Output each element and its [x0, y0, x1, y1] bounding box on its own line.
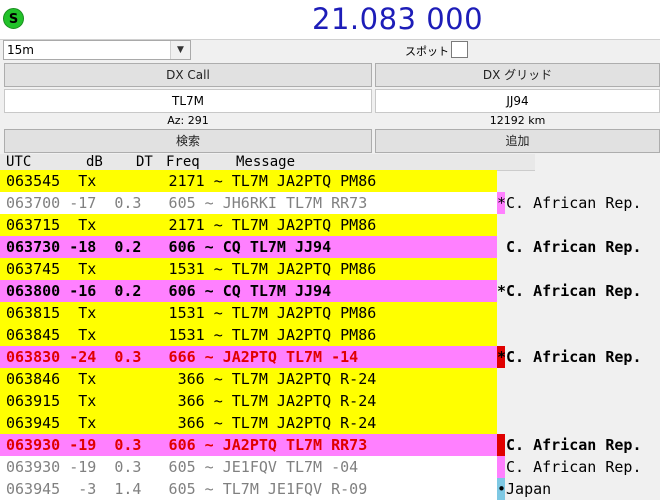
- row-message-area: 063700 -17 0.3 605 ~ JH6RKI TL7M RR73: [0, 192, 497, 214]
- table-row[interactable]: 063930 -19 0.3 605 ~ JE1FQV TL7M -04 C. …: [0, 456, 660, 478]
- status-badge[interactable]: S: [3, 8, 24, 29]
- decode-list: 063545 Tx 2171 ~ TL7M JA2PTQ PM86 063700 …: [0, 170, 660, 500]
- row-text: 063930 -19 0.3 606 ~ JA2PTQ TL7M RR73: [6, 436, 368, 454]
- row-message-area: 063930 -19 0.3 606 ~ JA2PTQ TL7M RR73: [0, 434, 497, 456]
- table-header: UTC dB DT Freq Message: [0, 154, 535, 171]
- column-db[interactable]: dB: [86, 154, 103, 170]
- band-select-value: 15m: [7, 43, 34, 57]
- row-message-area: 063815 Tx 1531 ~ TL7M JA2PTQ PM86: [0, 302, 497, 324]
- row-country: C. African Rep.: [497, 436, 642, 454]
- dx-call-button[interactable]: DX Call: [4, 63, 372, 87]
- row-text: 063830 -24 0.3 666 ~ JA2PTQ TL7M -14: [6, 348, 359, 366]
- row-text: 063945 -3 1.4 605 ~ TL7M JE1FQV R-09: [6, 480, 368, 498]
- table-row[interactable]: 063830 -24 0.3 666 ~ JA2PTQ TL7M -14 *C. …: [0, 346, 660, 368]
- row-message-area: 063930 -19 0.3 605 ~ JE1FQV TL7M -04: [0, 456, 497, 478]
- table-row[interactable]: 063730 -18 0.2 606 ~ CQ TL7M JJ94 C. Afr…: [0, 236, 660, 258]
- column-freq[interactable]: Freq: [166, 154, 200, 170]
- frequency-display: 21.083 000: [312, 2, 484, 36]
- row-country: •Japan: [497, 480, 552, 498]
- row-text: 063730 -18 0.2 606 ~ CQ TL7M JJ94: [6, 238, 332, 256]
- row-message-area: 063830 -24 0.3 666 ~ JA2PTQ TL7M -14: [0, 346, 497, 368]
- dx-grid-button[interactable]: DX グリッド: [375, 63, 660, 87]
- dx-grid-field[interactable]: JJ94: [375, 89, 660, 113]
- search-button[interactable]: 検索: [4, 129, 372, 153]
- row-text: 063846 Tx 366 ~ TL7M JA2PTQ R-24: [6, 370, 377, 388]
- row-message-area: 063945 Tx 366 ~ TL7M JA2PTQ R-24: [0, 412, 497, 434]
- spot-checkbox[interactable]: [451, 41, 468, 58]
- column-message[interactable]: Message: [236, 154, 295, 170]
- table-row[interactable]: 063815 Tx 1531 ~ TL7M JA2PTQ PM86: [0, 302, 660, 324]
- azimuth-label: Az: 291: [167, 114, 209, 127]
- row-message-area: 063945 -3 1.4 605 ~ TL7M JE1FQV R-09: [0, 478, 497, 500]
- row-country: C. African Rep.: [497, 238, 642, 256]
- row-country: *C. African Rep.: [497, 194, 642, 212]
- row-message-area: 063545 Tx 2171 ~ TL7M JA2PTQ PM86: [0, 170, 497, 192]
- row-message-area: 063800 -16 0.2 606 ~ CQ TL7M JJ94: [0, 280, 497, 302]
- row-message-area: 063715 Tx 2171 ~ TL7M JA2PTQ PM86: [0, 214, 497, 236]
- column-utc[interactable]: UTC: [6, 154, 31, 170]
- add-button[interactable]: 追加: [375, 129, 660, 153]
- table-row[interactable]: 063845 Tx 1531 ~ TL7M JA2PTQ PM86: [0, 324, 660, 346]
- table-row[interactable]: 063700 -17 0.3 605 ~ JH6RKI TL7M RR73 *C.…: [0, 192, 660, 214]
- column-dt[interactable]: DT: [136, 154, 153, 170]
- table-row[interactable]: 063930 -19 0.3 606 ~ JA2PTQ TL7M RR73 C.…: [0, 434, 660, 456]
- spot-label: スポット: [405, 45, 449, 58]
- row-text: 063745 Tx 1531 ~ TL7M JA2PTQ PM86: [6, 260, 377, 278]
- row-message-area: 063846 Tx 366 ~ TL7M JA2PTQ R-24: [0, 368, 497, 390]
- row-text: 063715 Tx 2171 ~ TL7M JA2PTQ PM86: [6, 216, 377, 234]
- row-text: 063545 Tx 2171 ~ TL7M JA2PTQ PM86: [6, 172, 377, 190]
- table-row[interactable]: 063715 Tx 2171 ~ TL7M JA2PTQ PM86: [0, 214, 660, 236]
- row-message-area: 063915 Tx 366 ~ TL7M JA2PTQ R-24: [0, 390, 497, 412]
- row-text: 063815 Tx 1531 ~ TL7M JA2PTQ PM86: [6, 304, 377, 322]
- row-country: C. African Rep.: [497, 458, 642, 476]
- table-row[interactable]: 063945 Tx 366 ~ TL7M JA2PTQ R-24: [0, 412, 660, 434]
- table-row[interactable]: 063846 Tx 366 ~ TL7M JA2PTQ R-24: [0, 368, 660, 390]
- row-country: *C. African Rep.: [497, 282, 642, 300]
- row-text: 063930 -19 0.3 605 ~ JE1FQV TL7M -04: [6, 458, 359, 476]
- row-text: 063800 -16 0.2 606 ~ CQ TL7M JJ94: [6, 282, 332, 300]
- row-message-area: 063745 Tx 1531 ~ TL7M JA2PTQ PM86: [0, 258, 497, 280]
- table-row[interactable]: 063745 Tx 1531 ~ TL7M JA2PTQ PM86: [0, 258, 660, 280]
- row-message-area: 063845 Tx 1531 ~ TL7M JA2PTQ PM86: [0, 324, 497, 346]
- table-row[interactable]: 063915 Tx 366 ~ TL7M JA2PTQ R-24: [0, 390, 660, 412]
- row-text: 063845 Tx 1531 ~ TL7M JA2PTQ PM86: [6, 326, 377, 344]
- band-select[interactable]: 15m ▼: [3, 40, 191, 60]
- frequency-bar: S 21.083 000: [0, 0, 660, 40]
- table-row[interactable]: 063800 -16 0.2 606 ~ CQ TL7M JJ94 *C. Afr…: [0, 280, 660, 302]
- table-row[interactable]: 063945 -3 1.4 605 ~ TL7M JE1FQV R-09 •Jap…: [0, 478, 660, 500]
- row-text: 063945 Tx 366 ~ TL7M JA2PTQ R-24: [6, 414, 377, 432]
- row-text: 063915 Tx 366 ~ TL7M JA2PTQ R-24: [6, 392, 377, 410]
- dx-call-field[interactable]: TL7M: [4, 89, 372, 113]
- chevron-down-icon[interactable]: ▼: [170, 41, 190, 59]
- distance-label: 12192 km: [489, 114, 546, 127]
- table-row[interactable]: 063545 Tx 2171 ~ TL7M JA2PTQ PM86: [0, 170, 660, 192]
- row-country: *C. African Rep.: [497, 348, 642, 366]
- row-message-area: 063730 -18 0.2 606 ~ CQ TL7M JJ94: [0, 236, 497, 258]
- row-text: 063700 -17 0.3 605 ~ JH6RKI TL7M RR73: [6, 194, 368, 212]
